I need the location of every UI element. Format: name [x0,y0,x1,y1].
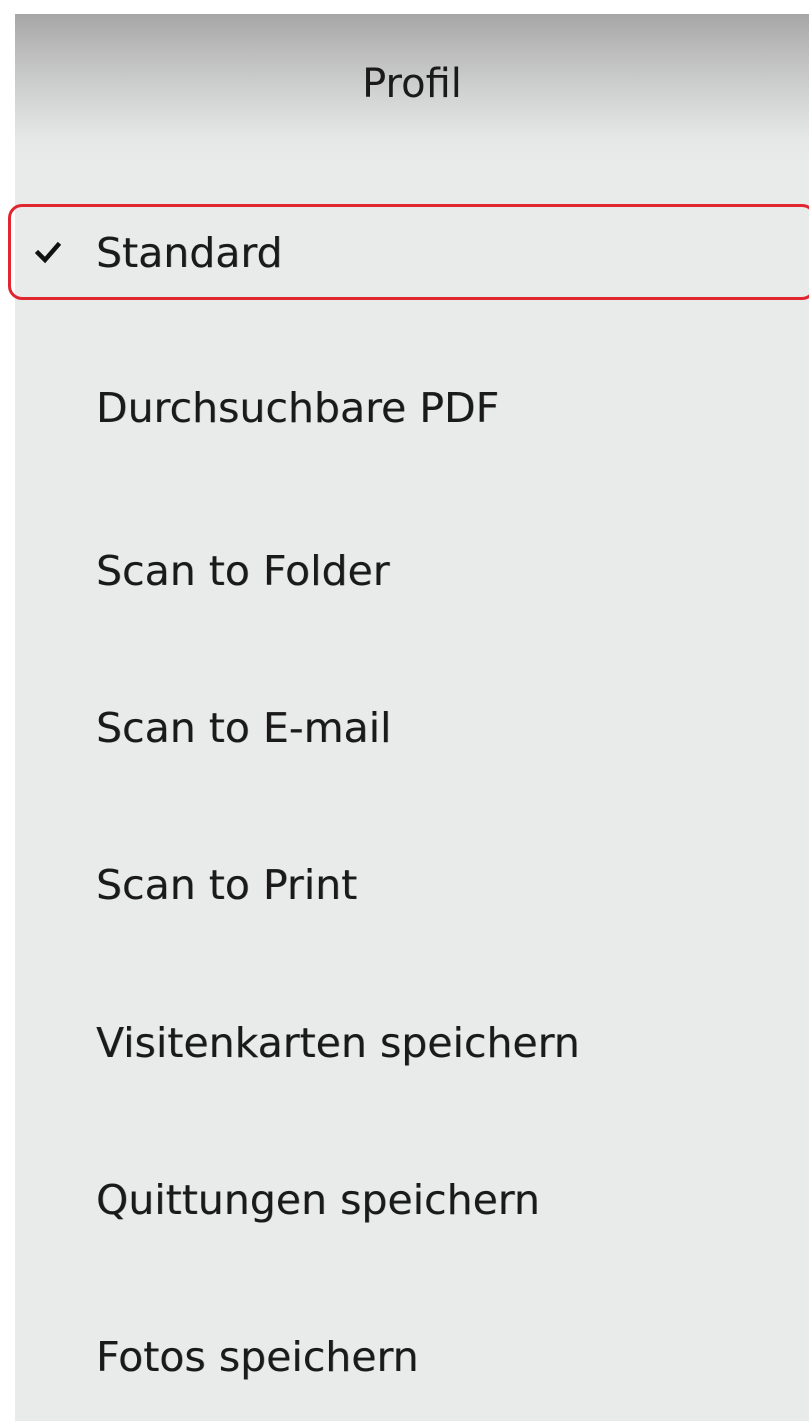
menu-item-visitenkarten-speichern[interactable]: Visitenkarten speichern [15,998,809,1088]
menu-item-standard[interactable]: Standard [15,208,809,298]
menu-item-label: Standard [96,229,283,277]
menu-item-label: Scan to Folder [96,547,390,595]
menu-item-scan-to-email[interactable]: Scan to E-mail [15,683,809,773]
menu-item-label: Quittungen speichern [96,1176,540,1224]
menu-item-fotos-speichern[interactable]: Fotos speichern [15,1312,809,1402]
menu-item-quittungen-speichern[interactable]: Quittungen speichern [15,1155,809,1245]
menu-item-scan-to-folder[interactable]: Scan to Folder [15,526,809,616]
menu-item-label: Scan to E-mail [96,704,392,752]
menu-item-durchsuchbare-pdf[interactable]: Durchsuchbare PDF [15,363,809,453]
menu-item-label: Durchsuchbare PDF [96,384,500,432]
menu-header: Profil [15,14,809,162]
menu-item-scan-to-print[interactable]: Scan to Print [15,840,809,930]
profile-menu: Profil Standard Durchsuchbare PDF Scan t… [8,14,809,1421]
menu-item-label: Scan to Print [96,861,358,909]
menu-header-title: Profil [362,61,462,107]
checkmark-icon [34,240,62,266]
menu-item-label: Fotos speichern [96,1333,419,1381]
menu-item-label: Visitenkarten speichern [96,1019,580,1067]
